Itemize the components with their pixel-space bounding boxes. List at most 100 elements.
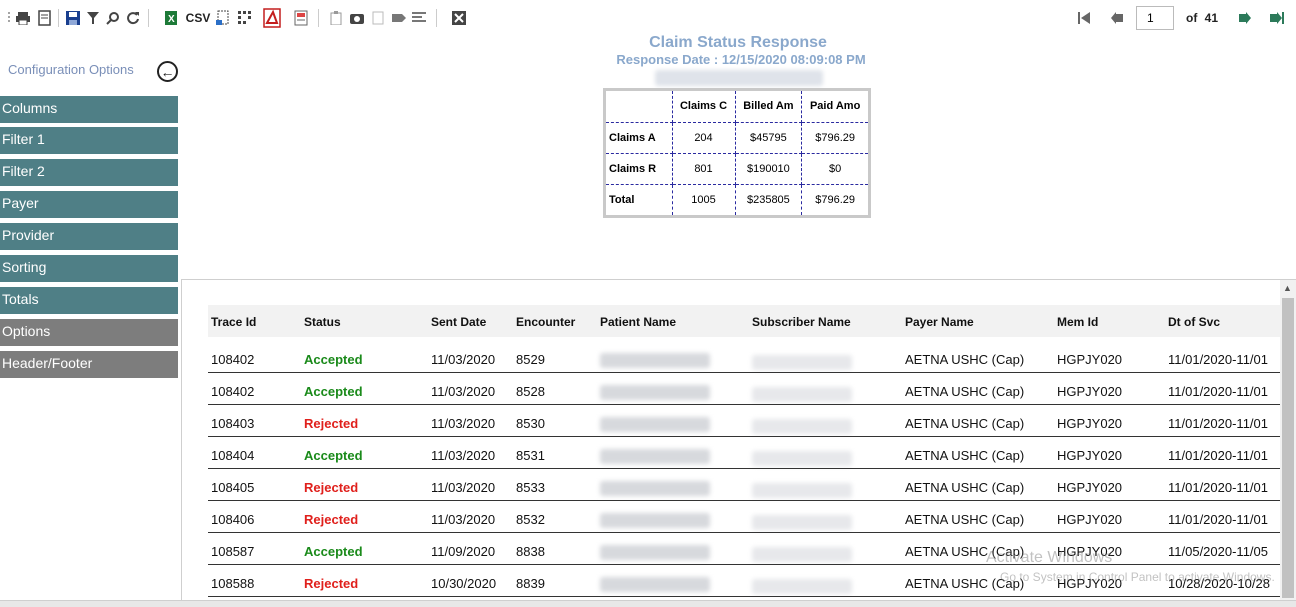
print-preview-icon[interactable]	[36, 10, 54, 26]
redacted-subscriber-name	[752, 515, 852, 530]
sidebar-item-totals[interactable]: Totals	[0, 287, 178, 314]
encounter-cell: 8531	[516, 448, 545, 463]
sent-date-cell: 11/03/2020	[431, 448, 496, 463]
col-header-payer-name[interactable]: Payer Name	[905, 315, 974, 329]
status-badge: Accepted	[304, 544, 363, 559]
barcode-icon[interactable]	[236, 10, 254, 26]
redacted-patient-name	[600, 385, 710, 400]
sidebar-item-options[interactable]: Options	[0, 319, 178, 346]
redacted-subscriber-name	[752, 547, 852, 562]
redacted-patient-name	[600, 449, 710, 464]
redacted-patient-name	[600, 545, 710, 560]
next-page-icon[interactable]	[1236, 10, 1254, 26]
sidebar-item-payer[interactable]: Payer	[0, 191, 178, 218]
dt-of-svc-cell: 11/01/2020-11/01	[1168, 448, 1268, 463]
col-header-status[interactable]: Status	[304, 315, 341, 329]
scrollbar-thumb[interactable]	[1282, 298, 1294, 598]
status-badge: Accepted	[304, 448, 363, 463]
dt-of-svc-cell: 11/01/2020-11/01	[1168, 512, 1268, 527]
encounter-cell: 8528	[516, 384, 545, 399]
page-of-text: of	[1186, 11, 1198, 25]
report-title: Claim Status Response	[649, 34, 827, 51]
trace-id-cell: 108402	[211, 384, 255, 399]
sent-date-cell: 11/03/2020	[431, 512, 496, 527]
export-doc-icon[interactable]	[214, 10, 232, 26]
pdf-icon[interactable]	[262, 8, 284, 28]
encounter-cell: 8839	[516, 576, 545, 591]
row-divider	[208, 436, 1280, 437]
redacted-patient-name	[600, 481, 710, 496]
redacted-patient-name	[600, 513, 710, 528]
col-header-patient-name[interactable]: Patient Name	[600, 315, 676, 329]
payer-name-cell: AETNA USHC (Cap)	[905, 352, 1025, 367]
close-report-icon[interactable]	[450, 10, 468, 26]
search-icon[interactable]	[104, 10, 122, 26]
sidebar-item-columns[interactable]: Columns	[0, 96, 178, 123]
page-total-text: 41	[1204, 11, 1219, 25]
col-header-trace-id[interactable]: Trace Id	[211, 315, 256, 329]
scroll-up-icon[interactable]: ▲	[1283, 283, 1292, 293]
col-header-sent-date[interactable]: Sent Date	[431, 315, 486, 329]
summary-cell: $796.29	[815, 193, 856, 206]
first-page-icon[interactable]	[1076, 10, 1094, 26]
col-header-encounter[interactable]: Encounter	[516, 315, 575, 329]
refresh-icon[interactable]	[124, 10, 142, 26]
redacted-practice-name	[655, 70, 823, 86]
dt-of-svc-cell: 11/01/2020-11/01	[1168, 384, 1268, 399]
payer-name-cell: AETNA USHC (Cap)	[905, 448, 1025, 463]
sent-date-cell: 11/09/2020	[431, 544, 496, 559]
mem-id-cell: HGPJY020	[1057, 512, 1123, 527]
row-divider	[208, 372, 1280, 373]
mem-id-cell: HGPJY020	[1057, 384, 1123, 399]
row-divider	[208, 564, 1280, 565]
col-header-subscriber-name[interactable]: Subscriber Name	[752, 315, 851, 329]
payer-name-cell: AETNA USHC (Cap)	[905, 512, 1025, 527]
last-page-icon[interactable]	[1268, 10, 1286, 26]
sent-date-cell: 11/03/2020	[431, 384, 496, 399]
page-count-label: of 41	[1186, 11, 1218, 25]
col-header-dt-of-svc[interactable]: Dt of Svc	[1168, 315, 1220, 329]
page-number-input[interactable]	[1136, 6, 1174, 30]
print-icon[interactable]	[14, 10, 32, 26]
summary-header-row: Claims C Billed Am Paid Amo	[606, 91, 868, 123]
filter-icon[interactable]	[84, 10, 102, 26]
previous-page-icon[interactable]	[1108, 10, 1126, 26]
tag-icon[interactable]	[390, 10, 408, 26]
sent-date-cell: 11/03/2020	[431, 480, 496, 495]
summary-cell: $796.29	[801, 122, 868, 154]
camera-icon[interactable]	[348, 10, 366, 26]
status-badge: Rejected	[304, 480, 359, 495]
excel-icon[interactable]: X	[162, 10, 180, 26]
sidebar-item-filter-2[interactable]: Filter 2	[0, 159, 178, 186]
summary-cell: $45795	[735, 122, 803, 154]
encounter-cell: 8529	[516, 352, 545, 367]
encounter-cell: 8838	[516, 544, 545, 559]
sidebar-item-provider[interactable]: Provider	[0, 223, 178, 250]
toolbar-separator	[148, 9, 149, 27]
activate-windows-watermark: Activate Windows	[986, 549, 1113, 566]
status-badge: Rejected	[304, 512, 359, 527]
collapse-panel-icon[interactable]: ←	[157, 61, 178, 82]
horizontal-scrollbar[interactable]	[0, 600, 1296, 607]
align-icon[interactable]	[410, 10, 428, 26]
summary-row: Total 1005 $235805 $796.29	[606, 184, 868, 215]
csv-export-button[interactable]: CSV	[184, 10, 212, 26]
encounter-cell: 8530	[516, 416, 545, 431]
trace-id-cell: 108406	[211, 512, 255, 527]
col-header-mem-id[interactable]: Mem Id	[1057, 315, 1098, 329]
summary-col-header: Billed Am	[735, 91, 803, 123]
vertical-scrollbar[interactable]: ▲	[1280, 280, 1296, 600]
encounter-cell: 8532	[516, 512, 545, 527]
summary-table: Claims C Billed Am Paid Amo Claims A 204…	[603, 88, 871, 218]
toolbar: X CSV 1 of 41	[0, 0, 1296, 36]
trace-id-cell: 108404	[211, 448, 255, 463]
save-icon[interactable]	[64, 10, 82, 26]
export-report-icon[interactable]	[292, 10, 310, 26]
summary-corner-cell	[606, 91, 673, 123]
toolbar-separator	[58, 9, 59, 27]
sidebar-item-header-footer[interactable]: Header/Footer	[0, 351, 178, 378]
sidebar-item-filter-1[interactable]: Filter 1	[0, 127, 178, 154]
redacted-subscriber-name	[752, 355, 852, 370]
dt-of-svc-cell: 11/01/2020-11/01	[1168, 352, 1268, 367]
sidebar-item-sorting[interactable]: Sorting	[0, 255, 178, 282]
